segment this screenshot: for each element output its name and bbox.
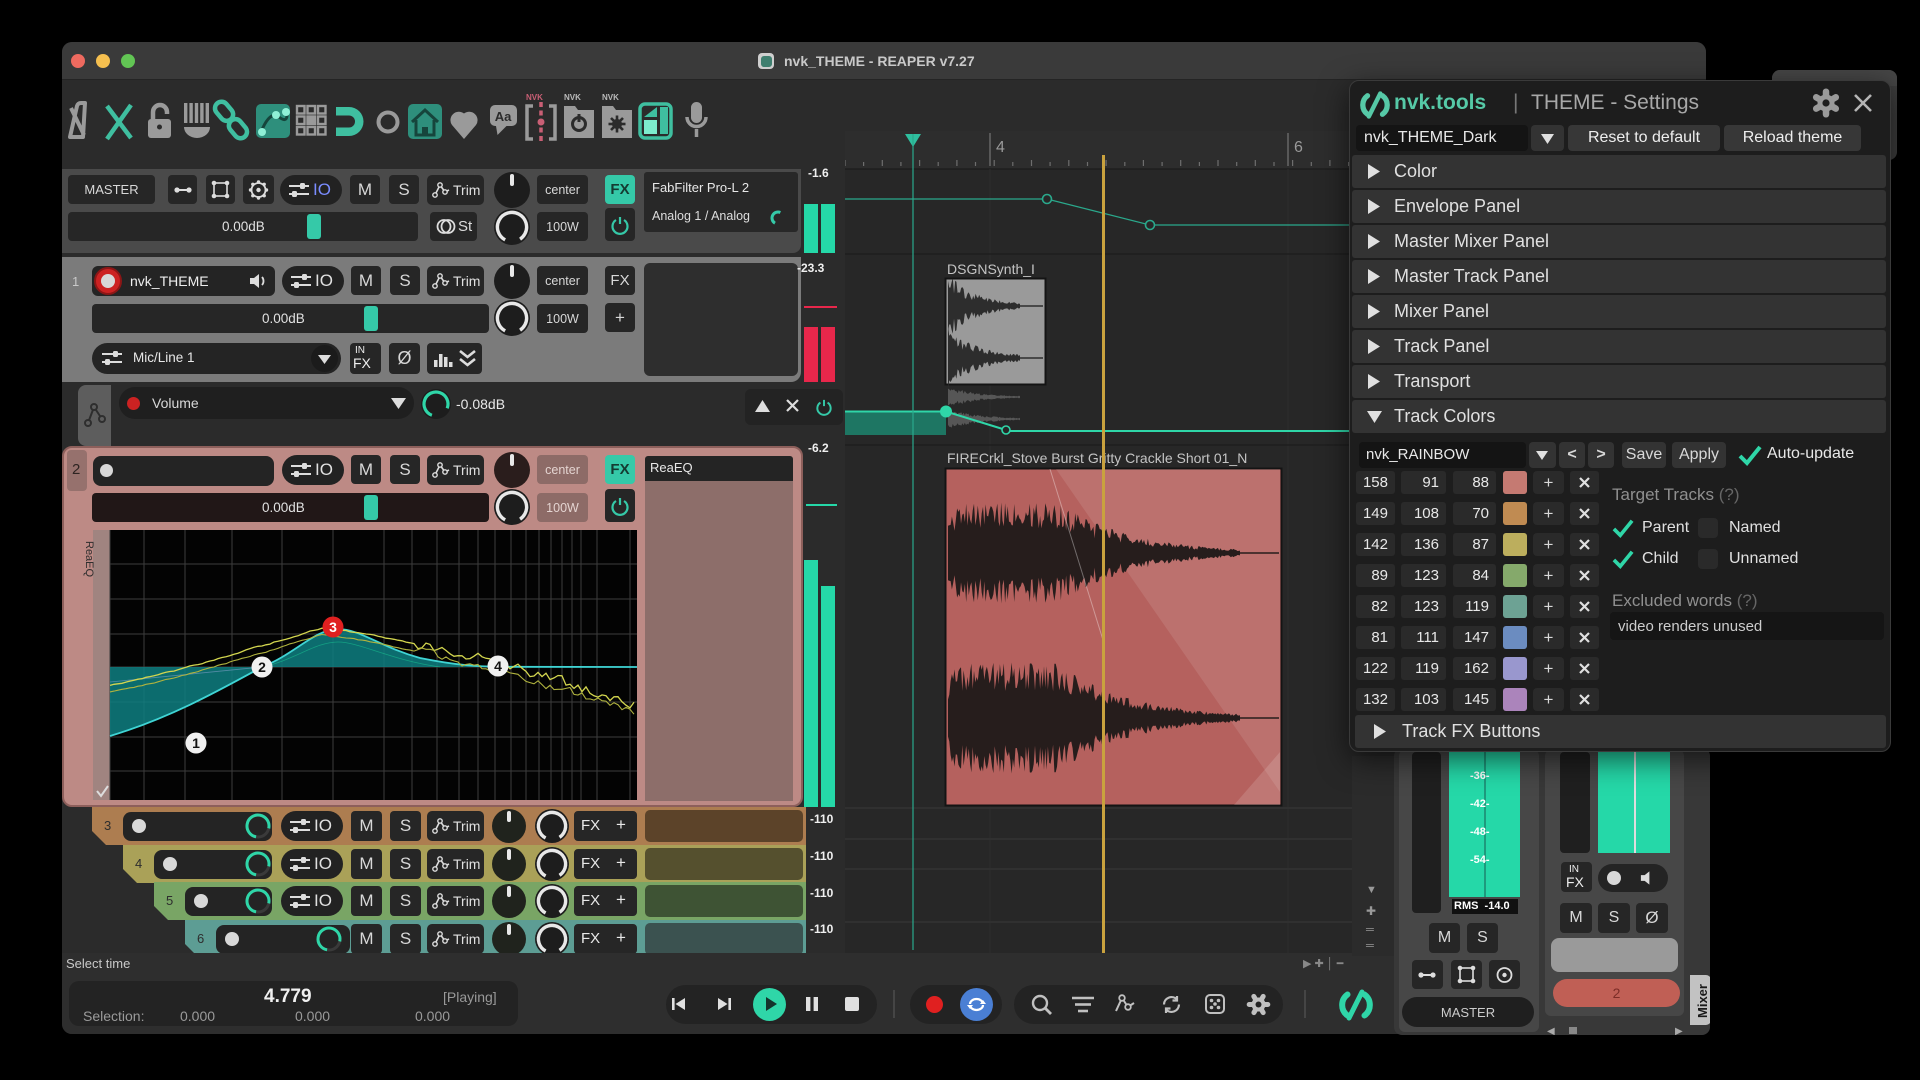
svg-text:3: 3 bbox=[329, 619, 337, 635]
svg-text:4: 4 bbox=[494, 658, 502, 674]
svg-text:2: 2 bbox=[258, 659, 266, 675]
svg-text:1: 1 bbox=[192, 735, 200, 751]
